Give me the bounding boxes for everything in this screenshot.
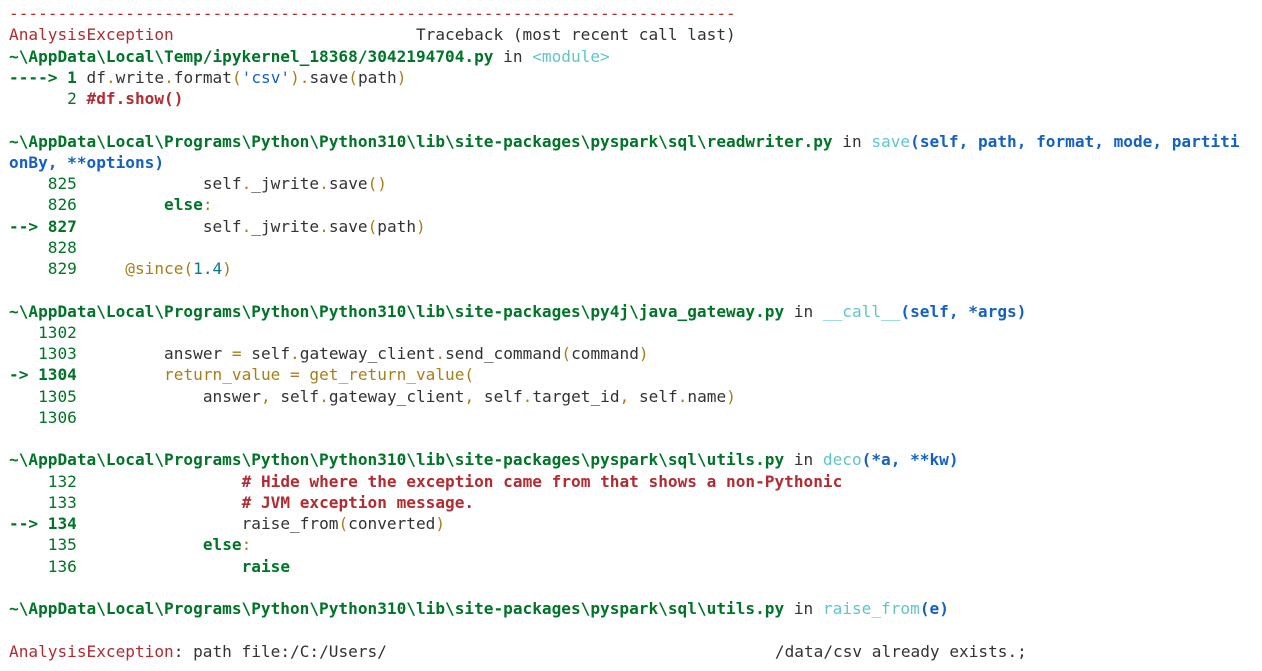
frame-signature: (e) [919, 599, 949, 618]
code-line: 829 @since(1.4) [47, 259, 232, 278]
traceback-output: ----------------------------------------… [9, 3, 1240, 662]
frame-function: save [871, 131, 911, 151]
line-number: 826 [47, 195, 77, 215]
frame-header-2: ~\AppData\Local\Programs\Python\Python31… [9, 301, 1027, 321]
frame-function: deco [822, 450, 862, 470]
code-line: 132 # Hide where the exception came from… [47, 471, 843, 491]
code-line: 1305 answer, self.gateway_client, self.t… [38, 386, 736, 406]
code-line: 828 [9, 237, 1240, 258]
line-number: 136 [47, 556, 77, 576]
line-number: 134 [47, 514, 77, 533]
frame-signature-cont: onBy, **options) [9, 152, 165, 172]
line-number: 1 [67, 67, 77, 87]
line-number: 1305 [38, 386, 77, 406]
code-line: 825 self._jwrite.save() [47, 174, 387, 193]
frame-function: raise_from [822, 599, 920, 618]
frame-signature: (*a, **kw) [861, 450, 959, 470]
frame-function: __call__ [822, 301, 901, 321]
final-error-line: AnalysisException: path file:/C:/Users//… [9, 641, 1027, 661]
frame-path: ~\AppData\Local\Programs\Python\Python31… [9, 131, 833, 151]
redacted-username [386, 644, 775, 659]
code-line: 1306 [9, 407, 1240, 428]
frame-function: <module> [532, 46, 610, 66]
frame-path: ~\AppData\Local\Temp/ipykernel_18368/304… [9, 46, 494, 66]
line-number: 133 [47, 492, 77, 512]
error-message-end: /data/csv already exists.; [774, 641, 1027, 661]
code-line: -> 1304 return_value = get_return_value( [9, 365, 475, 385]
code-line: ----> 1 df.write.format('csv').save(path… [9, 67, 407, 87]
code-line: 1302 [9, 322, 1240, 343]
frame-path: ~\AppData\Local\Programs\Python\Python31… [9, 301, 785, 321]
line-number: 132 [47, 471, 77, 491]
line-number: 1302 [38, 322, 77, 342]
final-exception-name: AnalysisException [9, 641, 174, 661]
code-line: 826 else: [47, 195, 213, 215]
line-number: 827 [47, 216, 77, 236]
code-line: 2 #df.show() [67, 89, 184, 108]
line-number: 829 [47, 259, 77, 278]
code-line: 135 else: [47, 535, 252, 555]
code-line: 136 raise [47, 556, 291, 576]
frame-header-1: ~\AppData\Local\Programs\Python\Python31… [9, 131, 1240, 151]
exception-name: AnalysisException [9, 25, 174, 45]
line-number: 1306 [38, 407, 77, 427]
frame-path: ~\AppData\Local\Programs\Python\Python31… [9, 450, 785, 470]
line-number: 1303 [38, 344, 77, 363]
line-number: 135 [47, 535, 77, 555]
traceback-header: AnalysisException Traceback (most recent… [9, 24, 1240, 45]
code-line: --> 827 self._jwrite.save(path) [9, 216, 426, 236]
traceback-rule: ----------------------------------------… [9, 4, 736, 23]
frame-header-4: ~\AppData\Local\Programs\Python\Python31… [9, 599, 949, 618]
code-line: 133 # JVM exception message. [47, 492, 475, 512]
code-line: --> 134 raise_from(converted) [9, 514, 446, 533]
frame-signature: (self, *args) [900, 301, 1027, 321]
frame-signature: (self, path, format, mode, partiti [910, 131, 1240, 151]
code-line: 1303 answer = self.gateway_client.send_c… [38, 344, 649, 363]
line-number: 1304 [38, 365, 77, 385]
error-message-start: path file:/C:/Users/ [193, 641, 387, 661]
line-number: 828 [47, 237, 77, 257]
frame-header-0: ~\AppData\Local\Temp/ipykernel_18368/304… [9, 46, 610, 66]
frame-path: ~\AppData\Local\Programs\Python\Python31… [9, 599, 785, 618]
line-number: 2 [67, 89, 77, 108]
line-number: 825 [47, 174, 77, 193]
frame-header-3: ~\AppData\Local\Programs\Python\Python31… [9, 450, 959, 470]
traceback-title: Traceback (most recent call last) [415, 25, 736, 45]
